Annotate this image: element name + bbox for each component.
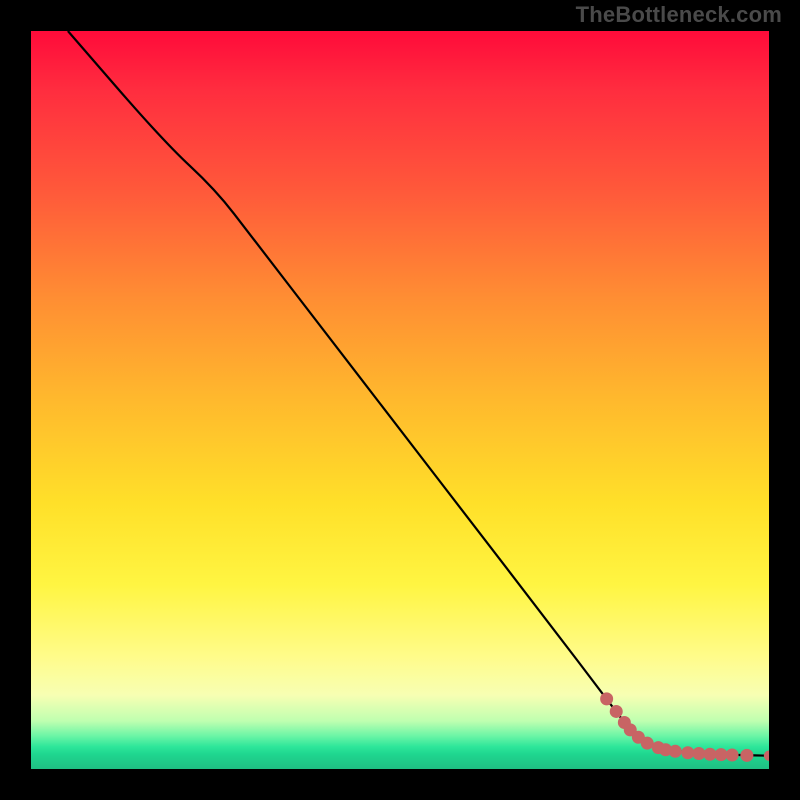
scatter-points bbox=[600, 692, 769, 761]
plot-svg bbox=[31, 31, 769, 769]
chart-frame: TheBottleneck.com bbox=[0, 0, 800, 800]
scatter-point bbox=[703, 748, 716, 761]
scatter-point bbox=[600, 692, 613, 705]
plot-area bbox=[31, 31, 769, 769]
scatter-point bbox=[610, 705, 623, 718]
scatter-point bbox=[641, 737, 654, 750]
scatter-point bbox=[681, 746, 694, 759]
scatter-point bbox=[715, 748, 728, 761]
bottleneck-curve bbox=[68, 31, 769, 756]
scatter-point bbox=[740, 749, 753, 762]
scatter-point bbox=[726, 748, 739, 761]
scatter-point bbox=[692, 747, 705, 760]
scatter-point bbox=[764, 751, 769, 761]
scatter-point bbox=[669, 745, 682, 758]
watermark-text: TheBottleneck.com bbox=[576, 2, 782, 28]
